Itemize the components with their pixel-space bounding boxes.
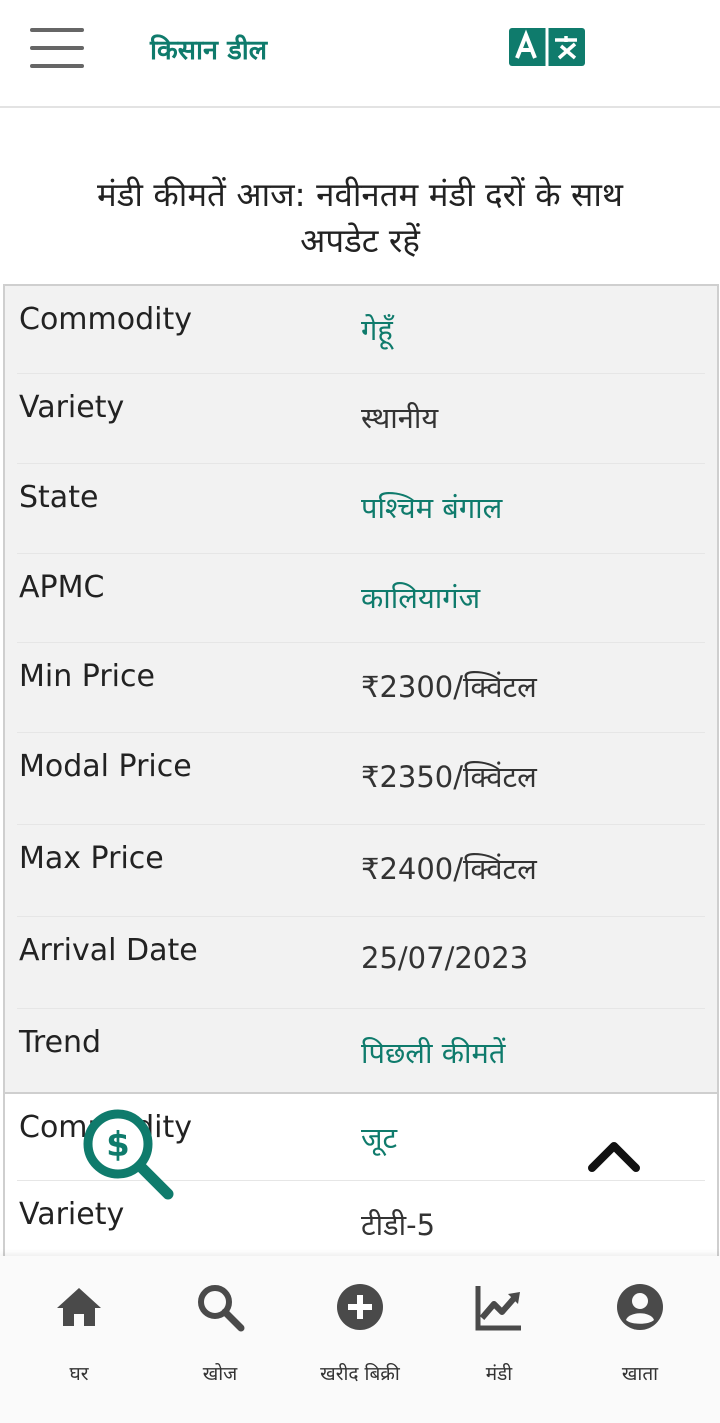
price-search-icon[interactable]: $ xyxy=(80,1106,176,1202)
chevron-up-icon[interactable] xyxy=(586,1136,642,1176)
row-label: Commodity xyxy=(19,302,192,337)
account-icon xyxy=(617,1284,663,1330)
row-label: State xyxy=(19,480,99,515)
nav-account[interactable]: खाता xyxy=(568,1256,712,1423)
row-variety: Variety स्थानीय xyxy=(17,374,705,464)
row-arrival-date: Arrival Date 25/07/2023 xyxy=(17,917,705,1009)
nav-mandi[interactable]: मंडी xyxy=(427,1256,571,1423)
row-value[interactable]: पश्चिम बंगाल xyxy=(361,488,502,527)
row-label: Arrival Date xyxy=(19,933,198,968)
nav-label: खरीद बिक्री xyxy=(320,1363,400,1385)
search-icon xyxy=(198,1285,245,1332)
row-state: State पश्चिम बंगाल xyxy=(17,464,705,554)
row-max-price: Max Price ₹2400/क्विंटल xyxy=(17,825,705,917)
row-label: Max Price xyxy=(19,841,164,876)
nav-label: घर xyxy=(69,1363,89,1385)
row-label: APMC xyxy=(19,570,105,605)
row-apmc: APMC कालियागंज xyxy=(17,554,705,643)
translate-icon[interactable] xyxy=(509,28,585,66)
svg-text:$: $ xyxy=(106,1125,130,1165)
row-value: स्थानीय xyxy=(361,401,439,435)
nav-buy-sell[interactable]: खरीद बिक्री xyxy=(288,1256,432,1423)
row-modal-price: Modal Price ₹2350/क्विंटल xyxy=(17,733,705,825)
nav-search[interactable]: खोज xyxy=(148,1256,292,1423)
nav-label: खोज xyxy=(202,1363,238,1385)
menu-icon[interactable] xyxy=(30,28,84,72)
bottom-navigation: घर खोज खरीद बिक्री मंडी खाता xyxy=(0,1256,720,1423)
row-value: ₹2350/क्विंटल xyxy=(361,760,537,794)
row-label: Min Price xyxy=(19,659,155,694)
brand-title[interactable]: किसान डील xyxy=(150,30,267,67)
row-label: Variety xyxy=(19,390,125,425)
row-min-price: Min Price ₹2300/क्विंटल xyxy=(17,643,705,733)
row-commodity: Commodity गेहूँ xyxy=(17,286,705,374)
row-label: Variety xyxy=(19,1197,125,1232)
mandi-price-card: Commodity गेहूँ Variety स्थानीय State पश… xyxy=(3,284,719,1094)
trending-up-icon xyxy=(475,1286,521,1331)
row-value: ₹2400/क्विंटल xyxy=(361,852,537,886)
row-value: ₹2300/क्विंटल xyxy=(361,670,537,704)
row-value: टीडी-5 xyxy=(361,1208,436,1242)
home-icon xyxy=(57,1288,101,1326)
row-value: 25/07/2023 xyxy=(361,941,529,975)
row-value[interactable]: गेहूँ xyxy=(361,310,393,349)
row-trend: Trend पिछली कीमतें xyxy=(17,1009,705,1098)
row-label: Modal Price xyxy=(19,749,192,784)
row-value[interactable]: जूट xyxy=(361,1118,397,1157)
nav-home[interactable]: घर xyxy=(7,1256,151,1423)
add-circle-icon xyxy=(337,1284,383,1330)
row-label: Trend xyxy=(19,1025,102,1060)
nav-label: खाता xyxy=(621,1363,659,1385)
row-value[interactable]: कालियागंज xyxy=(361,578,480,617)
page-title: मंडी कीमतें आज: नवीनतम मंडी दरों के साथ … xyxy=(97,175,623,261)
app-header: किसान डील xyxy=(0,0,720,108)
trend-link[interactable]: पिछली कीमतें xyxy=(361,1033,505,1072)
nav-label: मंडी xyxy=(485,1363,513,1385)
